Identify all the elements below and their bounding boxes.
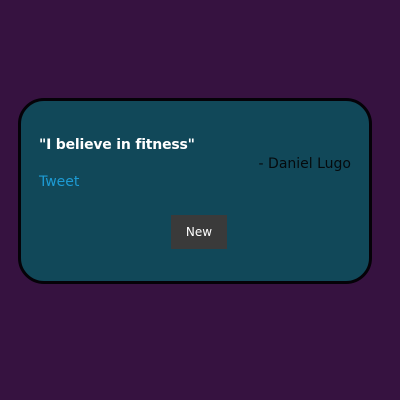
new-quote-button[interactable]: New <box>171 215 227 249</box>
quote-text: "I believe in fitness" <box>39 137 195 153</box>
tweet-link[interactable]: Tweet <box>39 174 79 190</box>
quote-card: "I believe in fitness" - Daniel Lugo Twe… <box>18 98 372 284</box>
quote-author: - Daniel Lugo <box>258 156 351 172</box>
